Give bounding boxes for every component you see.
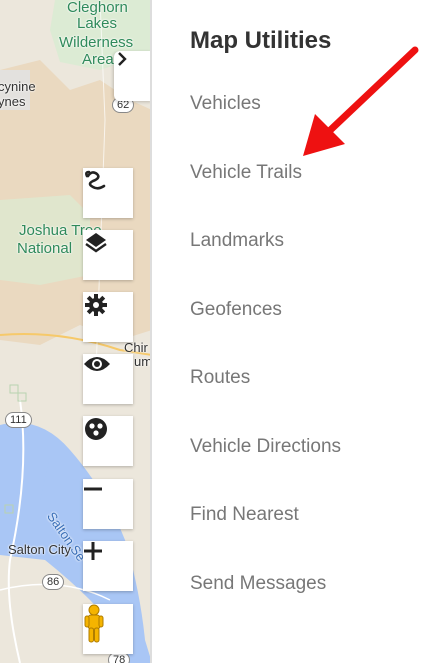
plus-icon [84,542,102,560]
menu-item-routes[interactable]: Routes [190,367,250,389]
menu-item-vehicles[interactable]: Vehicles [190,93,261,115]
menu-item-send-messages[interactable]: Send Messages [190,573,326,595]
map-label-yucca-2: ynes [0,94,26,109]
map-label-lakes: Lakes [77,15,118,32]
eye-icon [84,357,110,371]
route-111-shield: 111 [5,412,32,428]
menu-item-landmarks[interactable]: Landmarks [190,230,284,252]
route-86-shield: 86 [42,574,65,590]
menu-item-find-nearest[interactable]: Find Nearest [190,504,299,526]
collapse-panel-button[interactable] [114,51,152,101]
settings-control-button[interactable] [83,292,133,342]
gear-icon [85,294,107,316]
cluster-icon [85,418,107,440]
map-view[interactable]: Cleghorn Lakes Wilderness Area cynine yn… [0,0,152,663]
annotation-arrow-icon [303,46,419,156]
minus-icon [84,487,102,491]
menu-item-geofences[interactable]: Geofences [190,299,282,321]
layers-control-button[interactable] [83,230,133,280]
map-label-salton-city: Salton City [8,542,71,557]
layers-icon [85,233,107,253]
map-label-area: Area [82,51,114,68]
chevron-right-icon [118,52,127,66]
trails-control-button[interactable] [83,168,133,218]
menu-item-vehicle-trails[interactable]: Vehicle Trails [190,162,302,184]
street-view-button[interactable] [83,604,133,654]
route-icon [85,170,106,190]
cluster-control-button[interactable] [83,416,133,466]
menu-item-vehicle-directions[interactable]: Vehicle Directions [190,436,341,458]
zoom-in-button[interactable] [83,541,133,591]
visibility-control-button[interactable] [83,354,133,404]
zoom-out-button[interactable] [83,479,133,529]
pegman-icon [84,604,104,643]
map-label-national: National [17,240,73,257]
